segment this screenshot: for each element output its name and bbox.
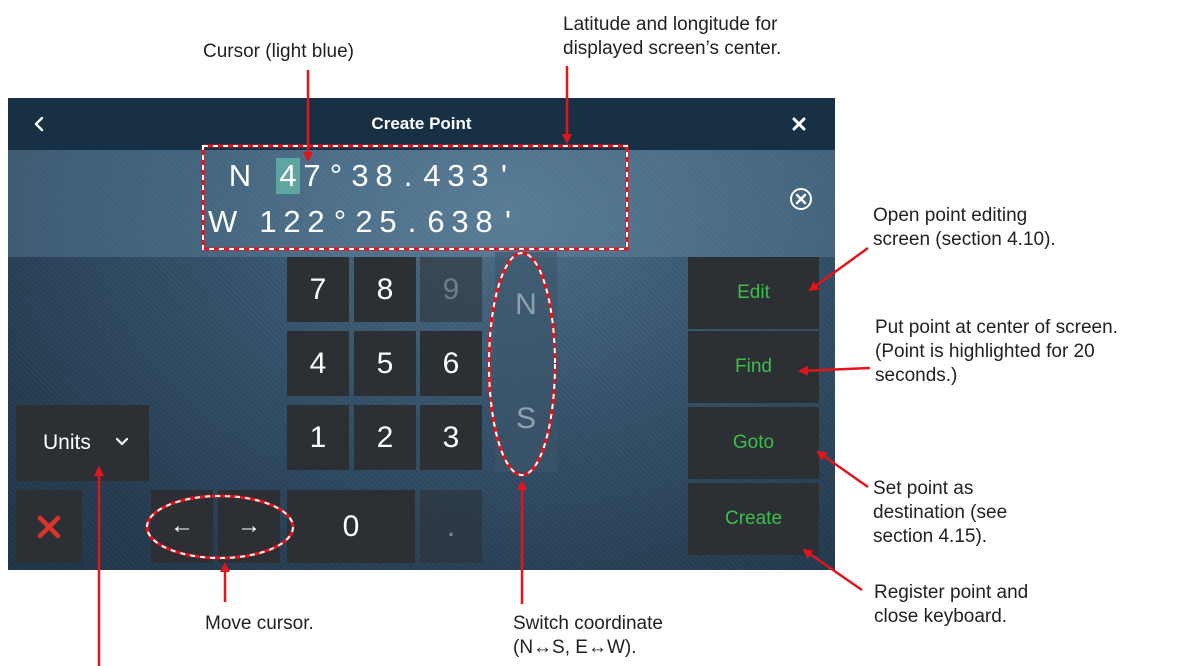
clear-circle-icon bbox=[790, 188, 812, 210]
annotation-switch-line2: (N↔S, E↔W). bbox=[513, 637, 637, 658]
annotation-find-line3: seconds.) bbox=[875, 365, 958, 386]
coordinate-char: 4 bbox=[423, 158, 441, 193]
coordinate-char: 6 bbox=[427, 204, 445, 239]
annotation-latlon: Latitude and longitude for displayed scr… bbox=[563, 13, 781, 61]
key-2[interactable]: 2 bbox=[354, 405, 416, 470]
annotation-edit-line2: screen (section 4.10). bbox=[873, 229, 1056, 250]
cancel-button[interactable] bbox=[16, 490, 82, 563]
annotation-find-line2: (Point is highlighted for 20 bbox=[875, 341, 1095, 362]
annotation-switch: Switch coordinate (N↔S, E↔W). bbox=[513, 612, 663, 660]
coordinate-char: 7 bbox=[303, 158, 321, 193]
coordinate-char: 3 bbox=[471, 158, 489, 193]
cursor-right-button[interactable]: → bbox=[218, 490, 280, 563]
coordinate-char: ° bbox=[329, 158, 343, 193]
coordinate-char: . bbox=[407, 204, 417, 239]
annotation-create-line2: close keyboard. bbox=[874, 606, 1008, 627]
key-7[interactable]: 7 bbox=[287, 257, 349, 322]
key-3[interactable]: 3 bbox=[420, 405, 482, 470]
coordinate-char: ' bbox=[501, 158, 507, 193]
annotation-latlon-line1: Latitude and longitude for bbox=[563, 14, 778, 35]
key-south[interactable]: S bbox=[495, 402, 557, 436]
coordinate-char: 8 bbox=[375, 158, 393, 193]
find-button[interactable]: Find bbox=[688, 331, 819, 403]
red-x-icon bbox=[37, 515, 61, 539]
coordinate-char: ' bbox=[505, 204, 511, 239]
coordinate-char: 8 bbox=[475, 204, 493, 239]
annotation-find-line1: Put point at center of screen. bbox=[875, 317, 1118, 338]
key-1[interactable]: 1 bbox=[287, 405, 349, 470]
key-8[interactable]: 8 bbox=[354, 257, 416, 322]
hemisphere-column: N S bbox=[495, 252, 557, 472]
coordinate-char: 2 bbox=[283, 204, 301, 239]
annotation-create: Register point and close keyboard. bbox=[874, 581, 1028, 629]
annotation-move-cursor: Move cursor. bbox=[205, 613, 314, 634]
coordinate-char: 5 bbox=[379, 204, 397, 239]
create-point-screen: Create Point N 4 7 ° 3 8. 4 3 3 ' W 1 2 2 ° 2 5. 6 3 8 ' … bbox=[8, 98, 835, 570]
annotation-goto: Set point as destination (see section 4.… bbox=[873, 477, 1007, 549]
close-button[interactable] bbox=[786, 110, 812, 138]
units-label: Units bbox=[43, 431, 91, 454]
cursor-left-button[interactable]: ← bbox=[151, 490, 213, 563]
annotation-goto-line1: Set point as bbox=[873, 478, 974, 499]
coordinate-char: 2 bbox=[355, 204, 373, 239]
dialog-title: Create Point bbox=[371, 114, 472, 133]
coordinate-char: ° bbox=[333, 204, 347, 239]
coordinate-display: N 4 7 ° 3 8. 4 3 3 ' W 1 2 2 ° 2 5. 6 3 8 ' bbox=[8, 150, 835, 257]
annotation-find: Put point at center of screen. (Point is… bbox=[875, 316, 1118, 388]
coordinate-char: N bbox=[228, 158, 252, 193]
annotation-edit: Open point editing screen (section 4.10)… bbox=[873, 204, 1056, 252]
title-bar: Create Point bbox=[8, 98, 835, 150]
units-dropdown[interactable]: Units bbox=[16, 405, 149, 481]
coordinate-char: 3 bbox=[447, 158, 465, 193]
annotation-edit-line1: Open point editing bbox=[873, 205, 1028, 226]
key-0[interactable]: 0 bbox=[287, 490, 415, 563]
annotation-cursor: Cursor (light blue) bbox=[203, 41, 354, 62]
key-5[interactable]: 5 bbox=[354, 331, 416, 396]
key-6[interactable]: 6 bbox=[420, 331, 482, 396]
close-icon bbox=[792, 117, 806, 131]
coordinate-char: W bbox=[208, 204, 238, 239]
key-north[interactable]: N bbox=[495, 288, 557, 322]
key-decimal[interactable]: . bbox=[420, 490, 482, 563]
annotation-switch-line1: Switch coordinate bbox=[513, 613, 663, 634]
goto-button[interactable]: Goto bbox=[688, 407, 819, 479]
annotation-latlon-line2: displayed screen’s center. bbox=[563, 38, 782, 59]
longitude-field[interactable]: W 1 2 2 ° 2 5. 6 3 8 ' bbox=[208, 204, 520, 240]
annotation-goto-line2: destination (see bbox=[873, 502, 1008, 523]
annotation-create-line1: Register point and bbox=[874, 582, 1029, 603]
latitude-field[interactable]: N 4 7 ° 3 8. 4 3 3 ' bbox=[228, 158, 516, 194]
coordinate-char: 3 bbox=[451, 204, 469, 239]
coordinate-char: . bbox=[403, 158, 413, 193]
clear-button[interactable] bbox=[788, 186, 814, 212]
cursor-cell: 4 bbox=[276, 158, 300, 194]
create-button[interactable]: Create bbox=[688, 483, 819, 555]
edit-button[interactable]: Edit bbox=[688, 257, 819, 329]
coordinate-char: 3 bbox=[351, 158, 369, 193]
annotation-goto-line3: section 4.15). bbox=[873, 526, 988, 547]
chevron-down-icon bbox=[115, 437, 129, 446]
coordinate-char: 1 bbox=[259, 204, 277, 239]
key-4[interactable]: 4 bbox=[287, 331, 349, 396]
coordinate-char: 2 bbox=[307, 204, 325, 239]
key-9[interactable]: 9 bbox=[420, 257, 482, 322]
